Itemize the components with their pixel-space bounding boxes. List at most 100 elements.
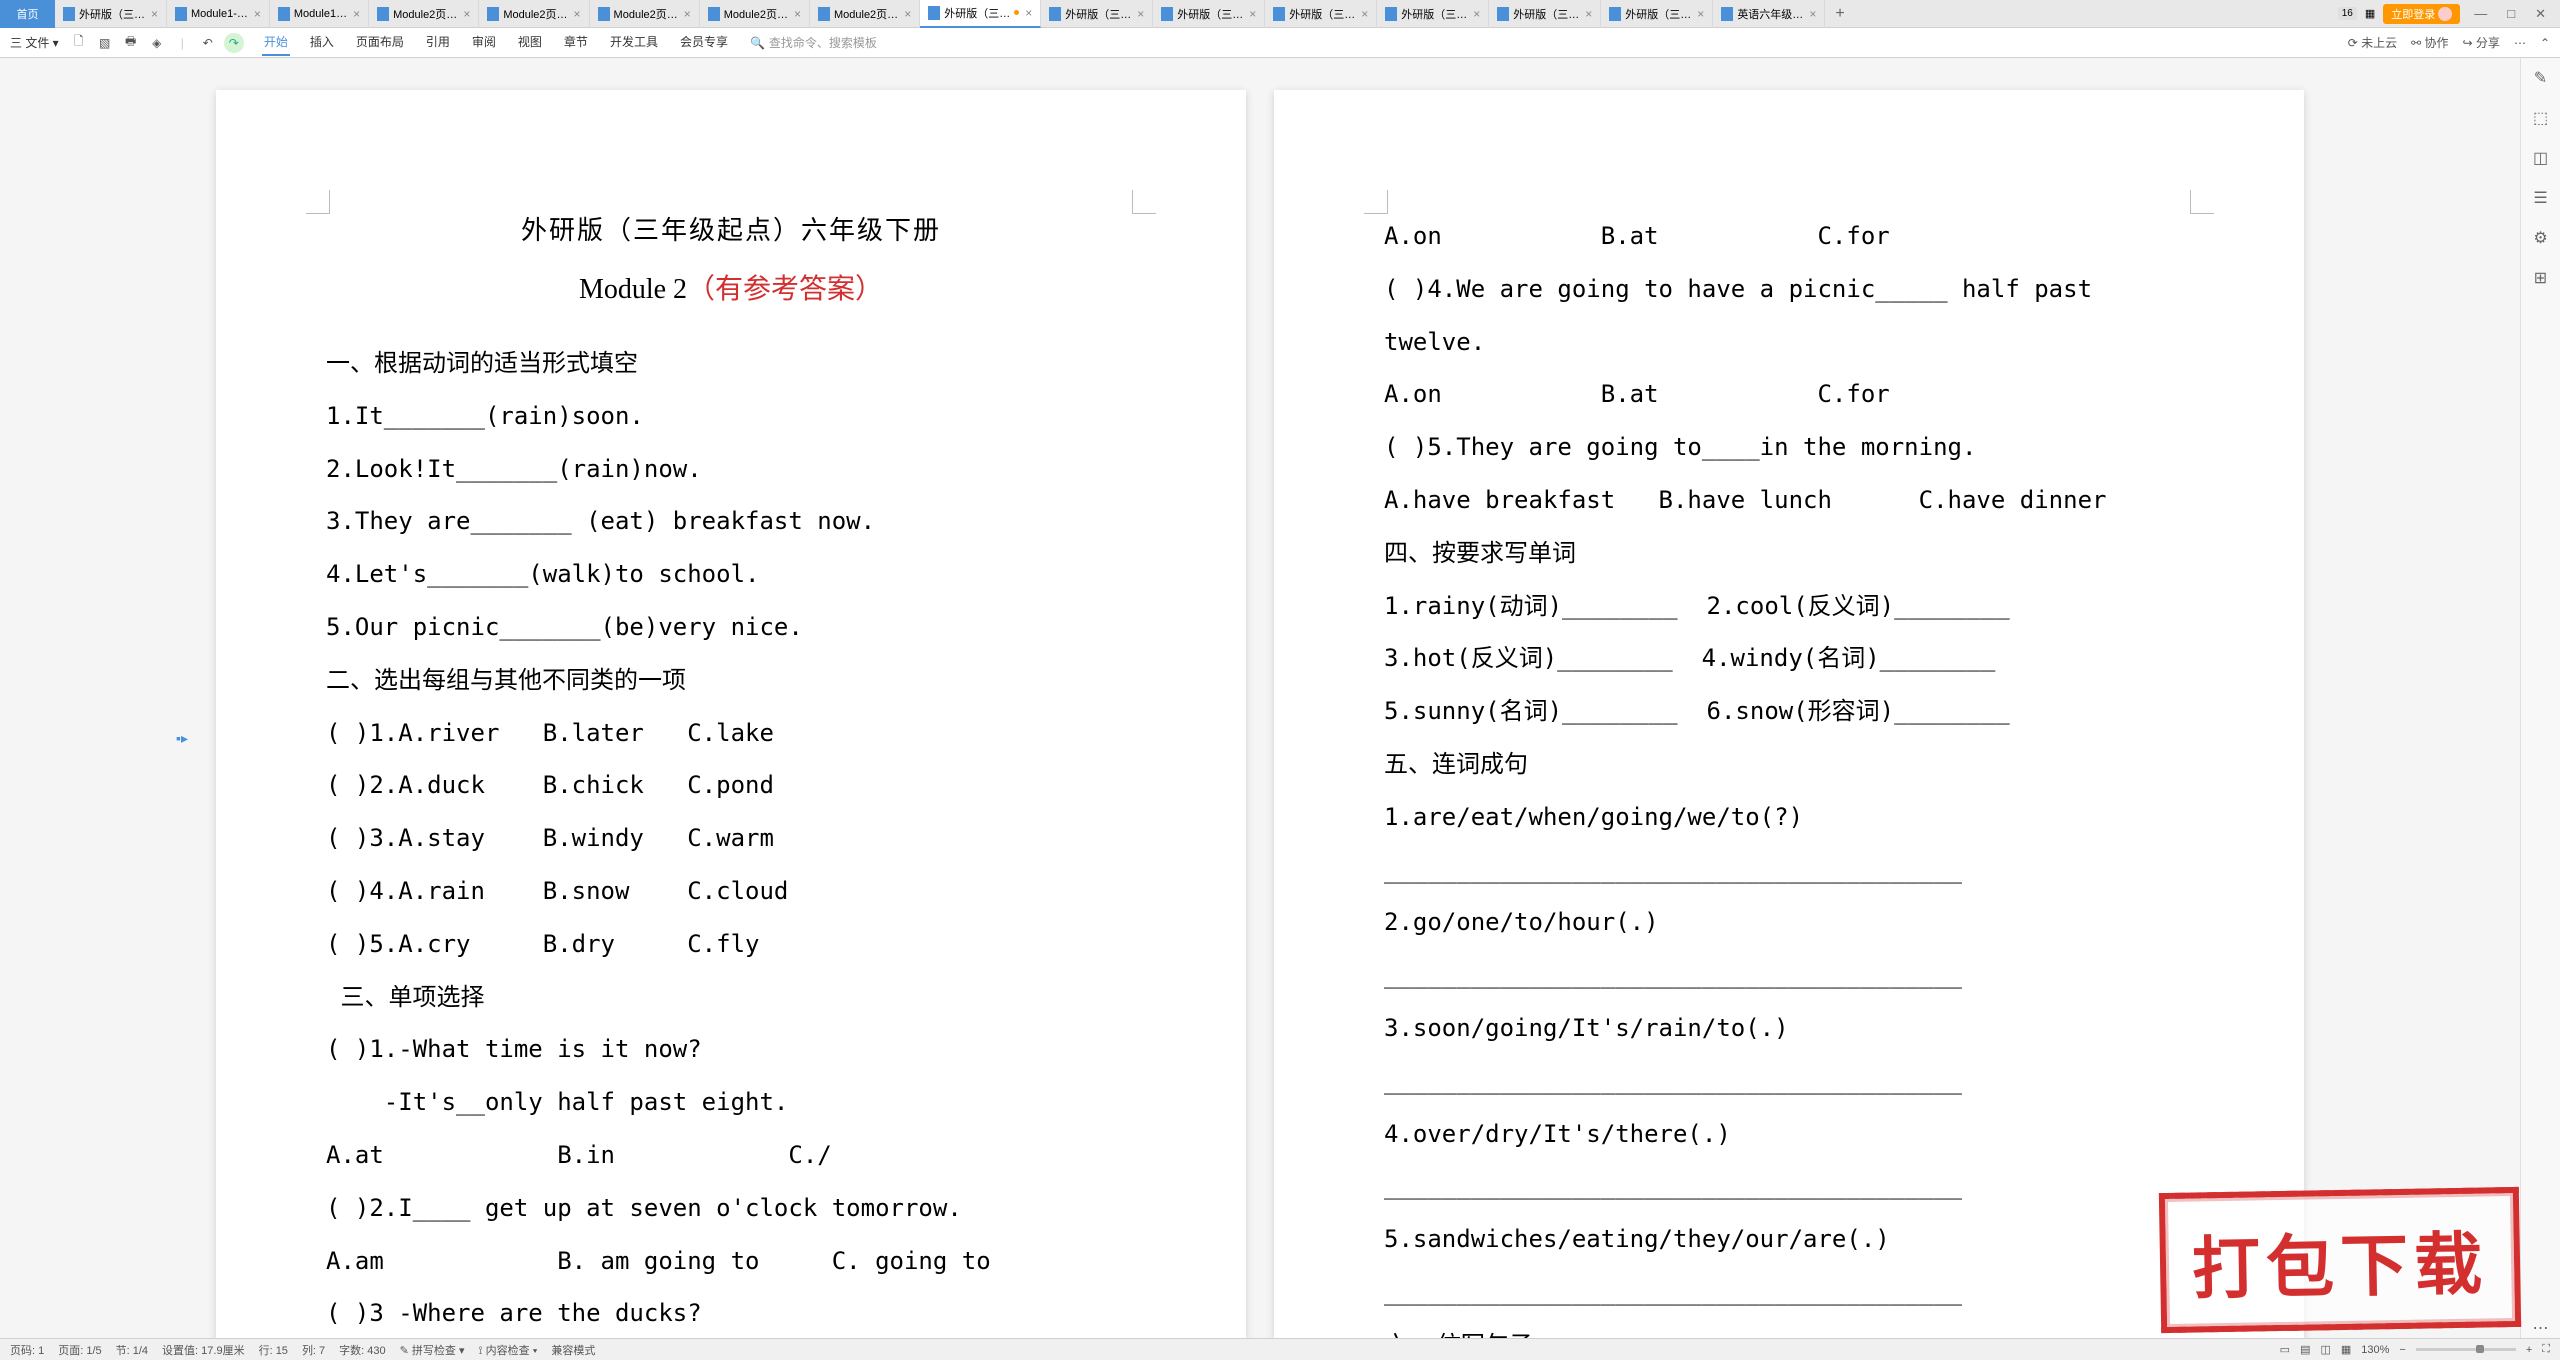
content-check[interactable]: ⟟ 内容检查 ▾	[479, 1342, 538, 1358]
preview-icon[interactable]: ◈	[149, 35, 165, 51]
doc-line[interactable]: 二、选出每组与其他不同类的一项	[326, 654, 1136, 707]
doc-line[interactable]: ( )1.-What time is it now?	[326, 1023, 1136, 1076]
doc-line[interactable]: ________________________________________	[1384, 1055, 2194, 1108]
view-mode-2-icon[interactable]: ▤	[2300, 1343, 2310, 1356]
view-mode-4-icon[interactable]: ▦	[2341, 1343, 2351, 1356]
ribbon-tab-开始[interactable]: 开始	[262, 29, 290, 56]
view-mode-3-icon[interactable]: ◫	[2320, 1343, 2330, 1356]
status-pages[interactable]: 页面: 1/5	[58, 1342, 101, 1358]
doc-line[interactable]: 4.Let's_______(walk)to school.	[326, 548, 1136, 601]
toc-icon[interactable]: ☰	[2531, 188, 2551, 208]
doc-line[interactable]: -It's__only half past eight.	[326, 1076, 1136, 1129]
ribbon-tab-审阅[interactable]: 审阅	[470, 29, 498, 56]
doc-line[interactable]: ( )3 -Where are the ducks?	[326, 1287, 1136, 1338]
close-tab-icon[interactable]: ×	[794, 7, 801, 21]
status-page[interactable]: 页码: 1	[10, 1342, 44, 1358]
document-tab-2[interactable]: Module1…×	[270, 0, 369, 28]
close-tab-icon[interactable]: ×	[1249, 7, 1256, 21]
doc-line[interactable]: A.at B.in C./	[326, 1129, 1136, 1182]
doc-line[interactable]: 5.sandwiches/eating/they/our/are(.)	[1384, 1213, 2194, 1266]
close-tab-icon[interactable]: ×	[1025, 6, 1032, 20]
more-tools-icon[interactable]: ⋯	[2531, 1318, 2551, 1338]
doc-line[interactable]: 五、连词成句	[1384, 738, 2194, 791]
close-tab-icon[interactable]: ×	[1137, 7, 1144, 21]
login-button[interactable]: 立即登录	[2383, 4, 2460, 24]
print-icon[interactable]: 🖶	[123, 35, 139, 51]
doc-line[interactable]: A.on B.at C.for	[1384, 210, 2194, 263]
doc-line[interactable]: ( )4.We are going to have a picnic_____ …	[1384, 263, 2194, 369]
page-2[interactable]: A.on B.at C.for( )4.We are going to have…	[1274, 90, 2304, 1338]
document-tab-0[interactable]: 外研版（三…×	[55, 0, 167, 28]
share-button[interactable]: ↪ 分享	[2463, 34, 2500, 51]
save-icon[interactable]: 🗋	[71, 35, 87, 51]
doc-line[interactable]: 3.They are_______ (eat) breakfast now.	[326, 495, 1136, 548]
zoom-out-button[interactable]: −	[2399, 1344, 2405, 1356]
status-words[interactable]: 字数: 430	[339, 1342, 385, 1358]
doc-line[interactable]: 六 仿写句子	[1384, 1319, 2194, 1338]
close-tab-icon[interactable]: ×	[1361, 7, 1368, 21]
doc-line[interactable]: ( )1.A.river B.later C.lake	[326, 707, 1136, 760]
ribbon-tab-插入[interactable]: 插入	[308, 29, 336, 56]
download-stamp[interactable]: 打包下载	[2159, 1187, 2521, 1333]
styles-icon[interactable]: ◫	[2531, 148, 2551, 168]
document-canvas[interactable]: ▪▸ 外研版（三年级起点）六年级下册 Module 2（有参考答案） 一、根据动…	[0, 58, 2520, 1338]
doc-line[interactable]: 2.Look!It_______(rain)now.	[326, 443, 1136, 496]
spell-check[interactable]: ✎ 拼写检查 ▾	[400, 1342, 465, 1358]
tools-icon[interactable]: ⊞	[2531, 268, 2551, 288]
doc-line[interactable]: 一、根据动词的适当形式填空	[326, 337, 1136, 390]
collapse-ribbon-icon[interactable]: ⌃	[2540, 36, 2550, 50]
doc-line[interactable]: 5.sunny(名词)________ 6.snow(形容词)________	[1384, 685, 2194, 738]
doc-line[interactable]: A.am B. am going to C. going to	[326, 1235, 1136, 1288]
doc-line[interactable]: 3.soon/going/It's/rain/to(.)	[1384, 1002, 2194, 1055]
close-window-button[interactable]: ✕	[2529, 6, 2552, 22]
close-tab-icon[interactable]: ×	[151, 7, 158, 21]
doc-line[interactable]: ________________________________________	[1384, 1266, 2194, 1319]
document-tab-13[interactable]: 外研版（三…×	[1489, 0, 1601, 28]
ribbon-tab-章节[interactable]: 章节	[562, 29, 590, 56]
file-menu[interactable]: 三 文件 ▾	[10, 34, 59, 51]
close-tab-icon[interactable]: ×	[1697, 7, 1704, 21]
doc-line[interactable]: ( )2.A.duck B.chick C.pond	[326, 759, 1136, 812]
doc-line[interactable]: ________________________________________	[1384, 844, 2194, 897]
edit-tool-icon[interactable]: ✎	[2531, 68, 2551, 88]
document-tab-6[interactable]: Module2页…×	[700, 0, 810, 28]
undo-button[interactable]: ↶	[198, 33, 218, 53]
document-tab-4[interactable]: Module2页…×	[479, 0, 589, 28]
print-preview-icon[interactable]: ▧	[97, 35, 113, 51]
doc-line[interactable]: ( )5.They are going to____in the morning…	[1384, 421, 2194, 474]
close-tab-icon[interactable]: ×	[353, 7, 360, 21]
close-tab-icon[interactable]: ×	[574, 7, 581, 21]
doc-line[interactable]: ________________________________________	[1384, 1160, 2194, 1213]
doc-line[interactable]: ( )3.A.stay B.windy C.warm	[326, 812, 1136, 865]
home-tab[interactable]: 首页	[0, 0, 55, 28]
cloud-sync[interactable]: ⟳ 未上云	[2348, 34, 2397, 51]
zoom-value[interactable]: 130%	[2361, 1344, 2389, 1356]
doc-line[interactable]: 1.rainy(动词)________ 2.cool(反义词)________	[1384, 580, 2194, 633]
ribbon-tab-页面布局[interactable]: 页面布局	[354, 29, 406, 56]
zoom-in-button[interactable]: +	[2526, 1344, 2532, 1356]
doc-line[interactable]: 2.go/one/to/hour(.)	[1384, 896, 2194, 949]
doc-line[interactable]: ( )5.A.cry B.dry C.fly	[326, 918, 1136, 971]
doc-line[interactable]: ( )2.I____ get up at seven o'clock tomor…	[326, 1182, 1136, 1235]
doc-line[interactable]: ( )4.A.rain B.snow C.cloud	[326, 865, 1136, 918]
close-tab-icon[interactable]: ×	[1585, 7, 1592, 21]
view-mode-1-icon[interactable]: ▭	[2280, 1343, 2290, 1356]
doc-line[interactable]: 四、按要求写单词	[1384, 527, 2194, 580]
close-tab-icon[interactable]: ×	[463, 7, 470, 21]
close-tab-icon[interactable]: ×	[1809, 7, 1816, 21]
ribbon-tab-视图[interactable]: 视图	[516, 29, 544, 56]
page-1[interactable]: ▪▸ 外研版（三年级起点）六年级下册 Module 2（有参考答案） 一、根据动…	[216, 90, 1246, 1338]
document-tab-1[interactable]: Module1-…×	[167, 0, 270, 28]
more-icon[interactable]: ⋯	[2514, 36, 2526, 50]
ribbon-tab-会员专享[interactable]: 会员专享	[678, 29, 730, 56]
ribbon-tab-引用[interactable]: 引用	[424, 29, 452, 56]
doc-line[interactable]: 1.are/eat/when/going/we/to(?)	[1384, 791, 2194, 844]
close-tab-icon[interactable]: ×	[1473, 7, 1480, 21]
document-tab-15[interactable]: 英语六年级…×	[1713, 0, 1825, 28]
document-tab-5[interactable]: Module2页…×	[590, 0, 700, 28]
skin-icon[interactable]: ▦	[2365, 7, 2375, 20]
doc-line[interactable]: A.have breakfast B.have lunch C.have din…	[1384, 474, 2194, 527]
select-tool-icon[interactable]: ⬚	[2531, 108, 2551, 128]
ribbon-tab-开发工具[interactable]: 开发工具	[608, 29, 660, 56]
doc-line[interactable]: 5.Our picnic_______(be)very nice.	[326, 601, 1136, 654]
